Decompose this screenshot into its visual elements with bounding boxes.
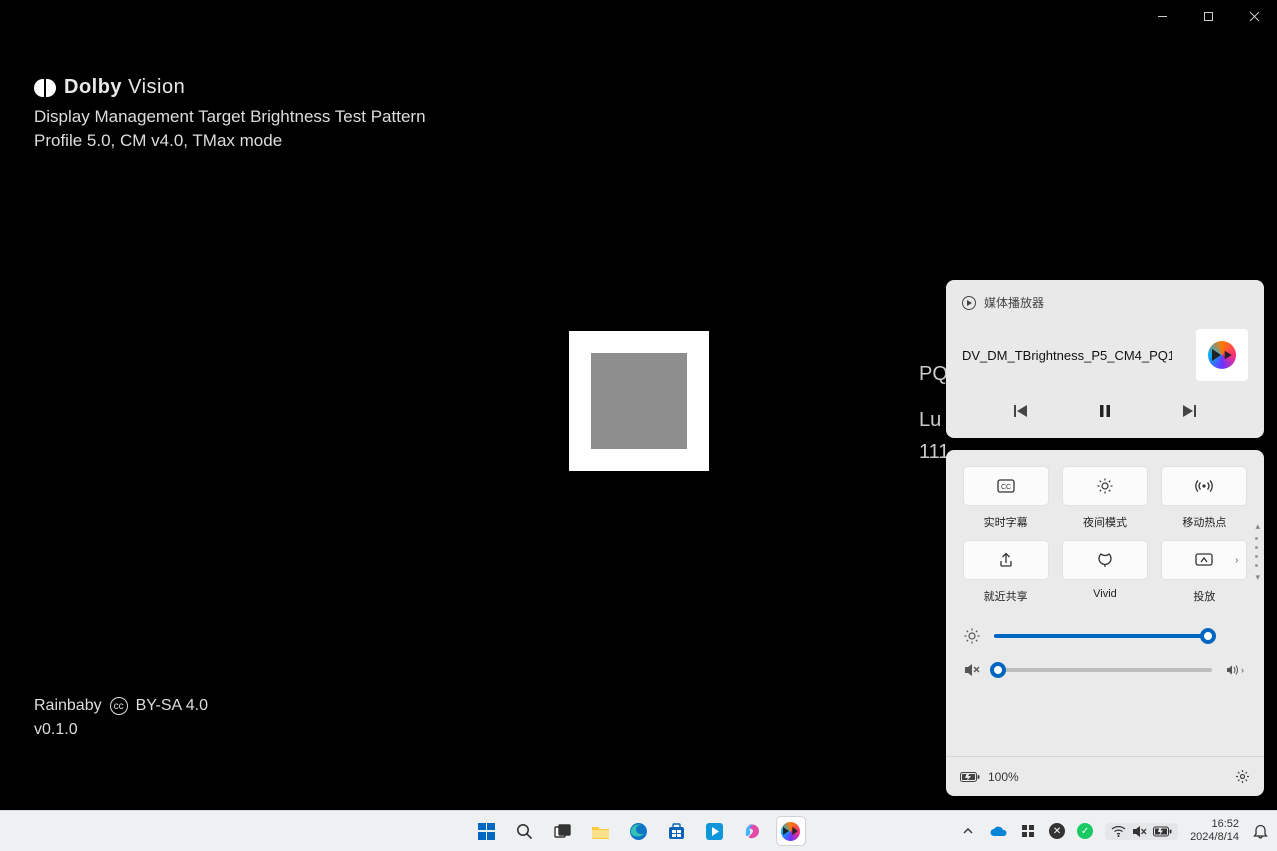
dolby-overlay: Dolby Vision Display Management Target B… xyxy=(34,76,426,151)
tray-app-dark[interactable]: ✕ xyxy=(1049,823,1065,839)
tray-overflow-button[interactable] xyxy=(959,822,977,840)
battery-icon xyxy=(960,771,980,783)
luminance-label: Lu xyxy=(919,404,949,436)
qs-tile-1: 夜间模式 xyxy=(1061,466,1148,530)
close-button[interactable] xyxy=(1231,0,1277,32)
credit-license: BY-SA 4.0 xyxy=(136,694,208,718)
qs-button-cc[interactable]: CC xyxy=(963,466,1049,506)
qs-label: 投放 xyxy=(1193,588,1215,604)
brightness-inner-patch xyxy=(591,353,687,449)
gear-icon xyxy=(1235,769,1250,784)
wifi-icon xyxy=(1111,825,1126,837)
tray-grid-icon[interactable] xyxy=(1019,822,1037,840)
credit-version: v0.1.0 xyxy=(34,718,208,742)
dolby-line1: Display Management Target Brightness Tes… xyxy=(34,107,426,127)
qs-tile-5: › 投放 xyxy=(1161,540,1248,604)
battery-percent: 100% xyxy=(988,770,1019,784)
media-player-app-icon xyxy=(962,296,976,310)
brightness-slider[interactable] xyxy=(994,634,1212,638)
qs-button-sun[interactable] xyxy=(1062,466,1148,506)
volume-tray-icon xyxy=(1132,825,1147,838)
brightness-test-patch xyxy=(569,331,709,471)
volume-output-button[interactable]: › xyxy=(1224,664,1246,676)
media-flyout: 媒体播放器 DV_DM_TBrightness_P5_CM4_PQ12_... xyxy=(946,280,1264,438)
svg-text:CC: CC xyxy=(1001,484,1011,491)
minimize-button[interactable] xyxy=(1139,0,1185,32)
taskbar-center-apps xyxy=(473,817,805,845)
media-app-name: 媒体播放器 xyxy=(984,294,1044,311)
tray-onedrive-icon[interactable] xyxy=(989,822,1007,840)
clock-date: 2024/8/14 xyxy=(1190,831,1239,844)
qs-button-vivid[interactable] xyxy=(1062,540,1148,580)
dolby-line2: Profile 5.0, CM v4.0, TMax mode xyxy=(34,131,426,151)
network-volume-battery-button[interactable] xyxy=(1105,823,1178,840)
dolby-logo-icon xyxy=(34,79,56,97)
qs-button-share[interactable] xyxy=(963,540,1049,580)
taskbar-app-blue[interactable] xyxy=(701,817,729,845)
battery-tray-icon xyxy=(1153,826,1172,837)
cc-icon: cc xyxy=(110,697,128,715)
qs-label: 就近共享 xyxy=(984,588,1028,604)
qs-tile-2: 移动热点 xyxy=(1161,466,1248,530)
microsoft-store-icon[interactable] xyxy=(663,817,691,845)
volume-slider[interactable] xyxy=(994,668,1212,672)
taskbar: ✕ ✓ 16:52 2024/8/14 xyxy=(0,810,1277,851)
qs-button-hotspot[interactable] xyxy=(1161,466,1247,506)
media-thumbnail[interactable] xyxy=(1196,329,1248,381)
quick-settings-panel: CC 实时字幕 夜间模式 移动热点就近共享 Vivid › 投放 ▴▾ › 100% xyxy=(946,450,1264,796)
pq-readout: PQ Lu 111 xyxy=(919,358,949,468)
dolby-brand: Dolby Vision xyxy=(64,76,185,99)
media-player-taskbar-icon[interactable] xyxy=(777,817,805,845)
volume-row: › xyxy=(962,662,1248,678)
window-controls xyxy=(1139,0,1277,32)
qs-label: 移动热点 xyxy=(1182,514,1226,530)
luminance-value: 111 xyxy=(919,436,949,468)
qs-label: 夜间模式 xyxy=(1083,514,1127,530)
clock-time: 16:52 xyxy=(1190,818,1239,831)
quick-settings-scroll-indicator: ▴▾ xyxy=(1255,522,1260,582)
volume-mute-icon xyxy=(964,662,982,678)
qs-tile-4: Vivid xyxy=(1061,540,1148,604)
maximize-button[interactable] xyxy=(1185,0,1231,32)
taskbar-clock[interactable]: 16:52 2024/8/14 xyxy=(1190,818,1239,844)
edge-browser-icon[interactable] xyxy=(625,817,653,845)
task-view-button[interactable] xyxy=(549,817,577,845)
notifications-button[interactable] xyxy=(1251,822,1269,840)
qs-tile-3: 就近共享 xyxy=(962,540,1049,604)
qs-tile-0: CC 实时字幕 xyxy=(962,466,1049,530)
search-button[interactable] xyxy=(511,817,539,845)
brightness-row xyxy=(962,628,1248,644)
qs-button-cast[interactable]: › xyxy=(1161,540,1247,580)
pq-label: PQ xyxy=(919,358,949,390)
brightness-icon xyxy=(964,628,982,644)
media-prev-button[interactable] xyxy=(1007,397,1035,425)
media-next-button[interactable] xyxy=(1175,397,1203,425)
start-button[interactable] xyxy=(473,817,501,845)
media-track-title: DV_DM_TBrightness_P5_CM4_PQ12_... xyxy=(962,348,1172,363)
battery-status[interactable]: 100% xyxy=(960,770,1019,784)
qs-label: 实时字幕 xyxy=(984,514,1028,530)
media-pause-button[interactable] xyxy=(1091,397,1119,425)
tray-app-green[interactable]: ✓ xyxy=(1077,823,1093,839)
qs-label: Vivid xyxy=(1093,588,1117,600)
system-tray: ✕ ✓ 16:52 2024/8/14 xyxy=(959,811,1269,851)
copilot-icon[interactable] xyxy=(739,817,767,845)
credit-author: Rainbaby xyxy=(34,694,102,718)
quick-settings-edit-button[interactable] xyxy=(1235,769,1250,784)
file-explorer-icon[interactable] xyxy=(587,817,615,845)
credit-overlay: Rainbaby cc BY-SA 4.0 v0.1.0 xyxy=(34,694,208,742)
